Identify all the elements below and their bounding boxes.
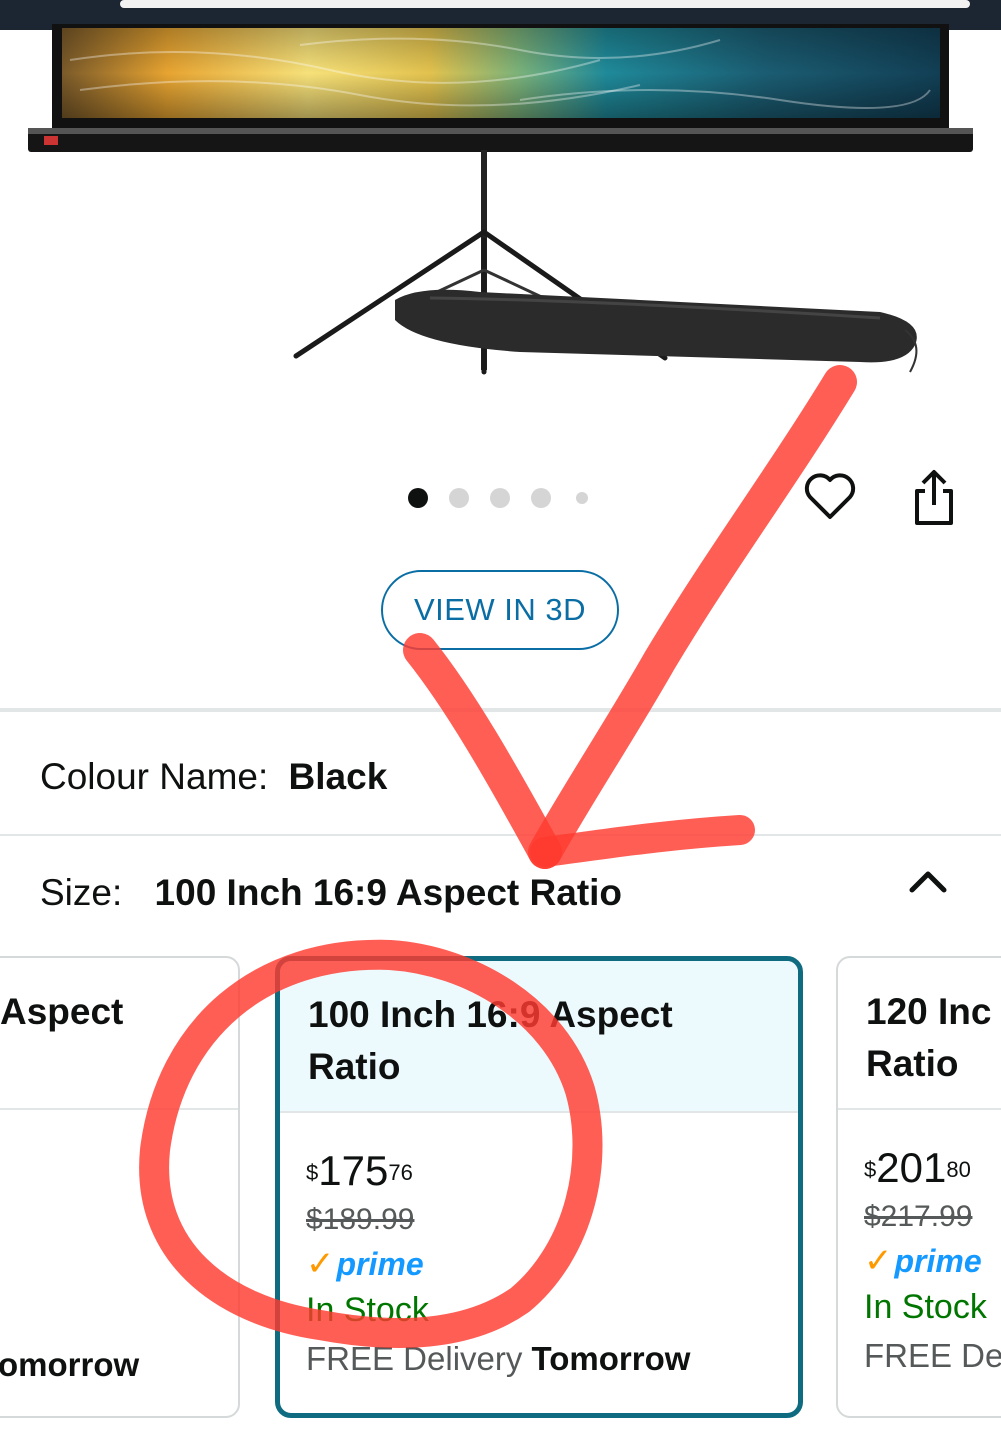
product-image[interactable]: [0, 0, 1001, 460]
view-in-3d-button[interactable]: VIEW IN 3D: [381, 570, 619, 650]
carousel-dot-3[interactable]: [490, 488, 510, 508]
share-icon: [915, 470, 953, 525]
price: $20180: [864, 1144, 971, 1191]
delivery-info: FREE Delivery Tomorrow: [306, 1340, 691, 1377]
list-price: $217.99: [864, 1200, 973, 1233]
size-row[interactable]: Size: 100 Inch 16:9 Aspect Ratio: [40, 872, 622, 914]
prime-check-icon: ✓: [864, 1242, 893, 1280]
size-option-card[interactable]: 120 Inc Ratio $20180 $217.99 ✓ prime In …: [836, 956, 1001, 1418]
size-value: 100 Inch 16:9 Aspect Ratio: [154, 872, 623, 913]
colour-name-value: Black: [288, 756, 388, 797]
colour-name-row: Colour Name: Black: [40, 756, 387, 798]
colour-name-label: Colour Name:: [40, 756, 269, 797]
size-label: Size:: [40, 872, 123, 913]
size-option-card-selected[interactable]: 100 Inch 16:9 Aspect Ratio $17576 $189.9…: [275, 956, 803, 1418]
arrow-wing-left: [403, 633, 562, 869]
row-divider: [0, 834, 1001, 836]
chevron-up-icon[interactable]: [904, 864, 952, 900]
carousel-dot-4[interactable]: [531, 488, 551, 508]
share-button[interactable]: [902, 466, 966, 530]
prime-check-icon: ✓: [306, 1245, 335, 1283]
list-price: $189.99: [306, 1203, 415, 1236]
prime-badge: ✓ prime: [306, 1245, 424, 1283]
size-option-title: Aspect: [0, 991, 124, 1032]
size-option-title: 100 Inch 16:9 Aspect: [308, 994, 673, 1035]
delivery-day: omorrow: [0, 1346, 140, 1383]
carousel-dot-2[interactable]: [449, 488, 469, 508]
prime-badge: ✓ prime: [864, 1242, 982, 1280]
size-option-title-line2: Ratio: [308, 1046, 401, 1087]
size-option-card[interactable]: Aspect omorrow: [0, 956, 240, 1418]
section-divider: [0, 708, 1001, 712]
size-options-carousel[interactable]: Aspect omorrow 100 Inch 16:9 Aspect Rati…: [0, 950, 1001, 1430]
size-option-title-line2: Ratio: [866, 1043, 959, 1084]
size-option-title: 120 Inc: [866, 991, 992, 1032]
price: $17576: [306, 1147, 413, 1194]
carousel-dot-1[interactable]: [408, 488, 428, 508]
availability: In Stock: [306, 1291, 429, 1329]
availability: In Stock: [864, 1288, 987, 1326]
heart-icon: [804, 473, 856, 519]
delivery-info: FREE Del: [864, 1337, 1001, 1374]
wishlist-button[interactable]: [798, 464, 862, 528]
carousel-dot-5[interactable]: [576, 492, 588, 504]
